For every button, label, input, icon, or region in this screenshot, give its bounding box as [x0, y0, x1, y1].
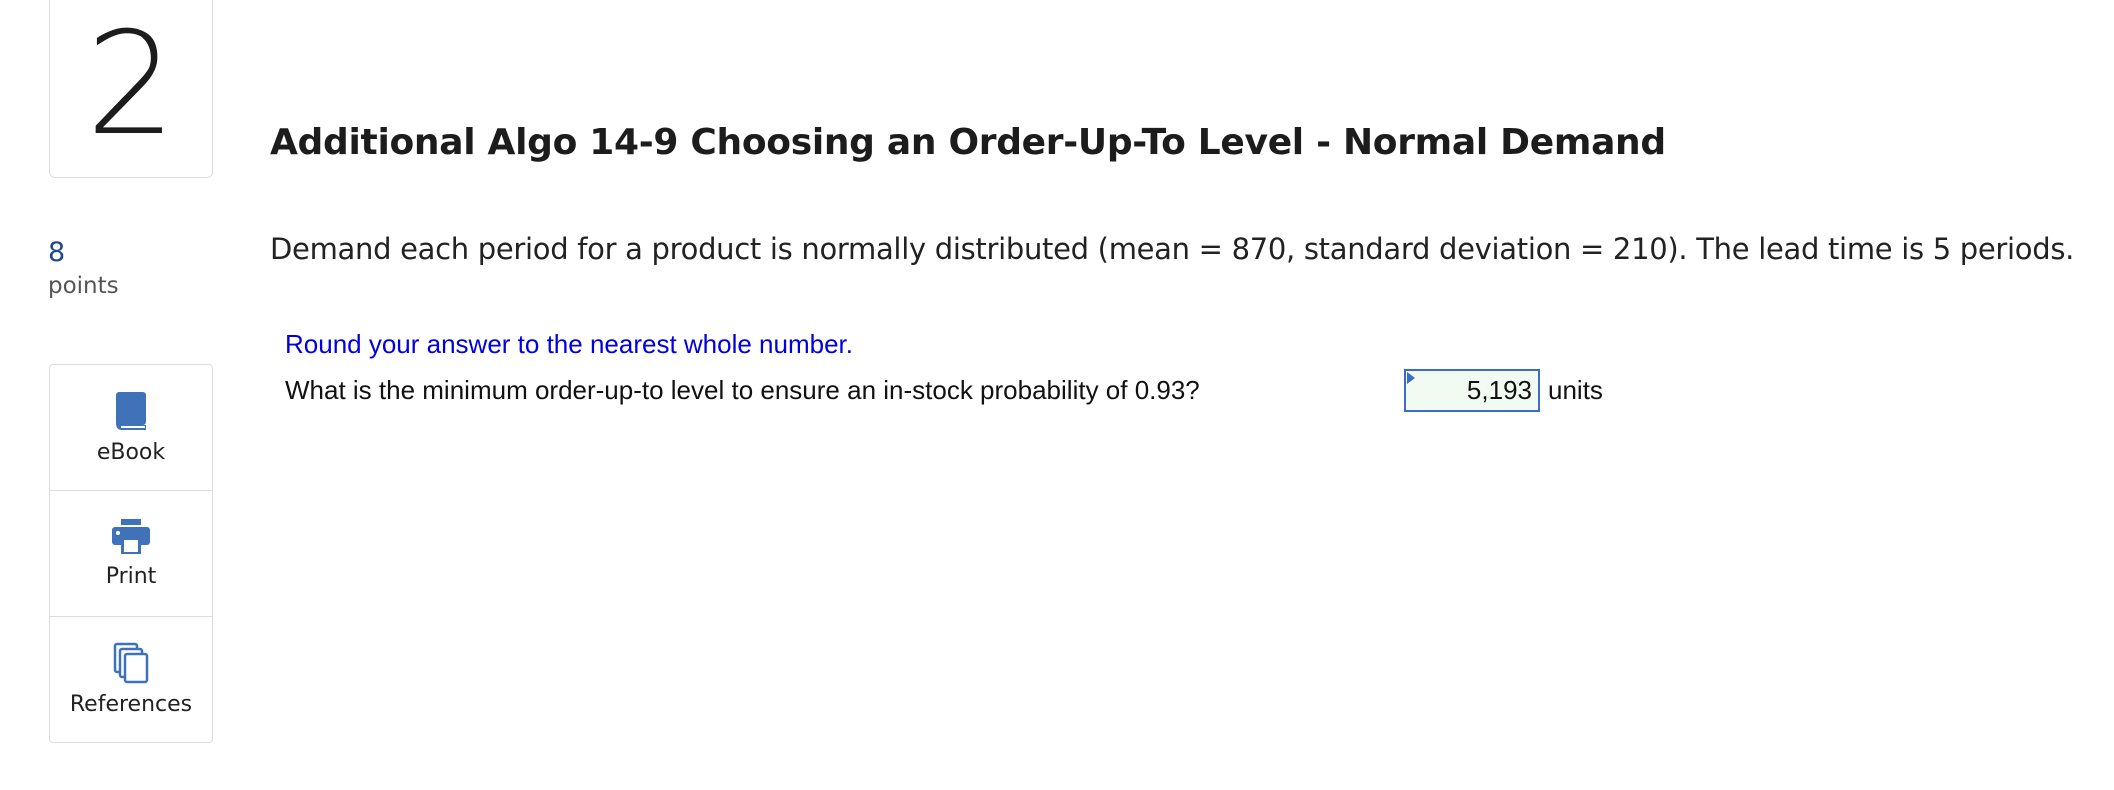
answer-unit: units [1548, 375, 1603, 405]
question-title: Additional Algo 14-9 Choosing an Order-U… [270, 122, 1666, 163]
question-number: 2 [85, 1, 177, 167]
question-text: What is the minimum order-up-to level to… [285, 375, 1200, 405]
points-block: 8 points [48, 236, 119, 302]
answer-input[interactable]: 5,193 [1404, 369, 1540, 412]
question-number-box: 2 [49, 0, 213, 178]
references-label: References [69, 692, 193, 717]
documents-icon [112, 642, 150, 692]
references-button[interactable]: References [50, 617, 212, 742]
book-icon [112, 390, 150, 440]
tools-panel: eBook Print References [49, 364, 213, 743]
print-label: Print [105, 564, 157, 589]
answer-value: 5,193 [1466, 375, 1532, 405]
answer-row: 5,193 units [1404, 369, 1603, 412]
rounding-instruction: Round your answer to the nearest whole n… [285, 329, 854, 359]
ebook-label: eBook [96, 440, 166, 465]
points-label: points [48, 273, 119, 299]
print-button[interactable]: Print [50, 491, 212, 617]
flag-icon [1407, 372, 1415, 384]
ebook-button[interactable]: eBook [50, 365, 212, 491]
question-prompt: Demand each period for a product is norm… [270, 232, 2075, 266]
printer-icon [110, 518, 152, 564]
points-value: 8 [48, 237, 66, 268]
